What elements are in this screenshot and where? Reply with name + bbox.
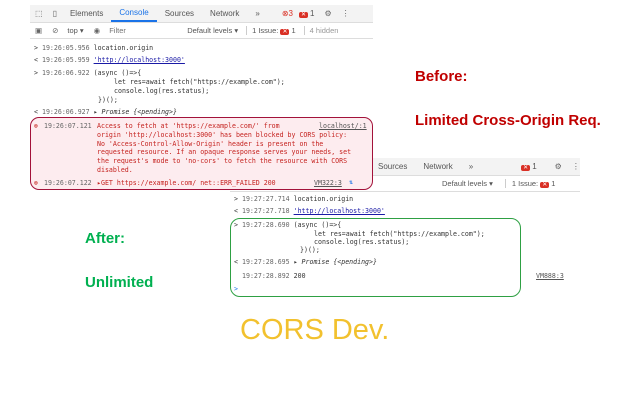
console-line: > 19:27:27.714 location.origin	[234, 195, 354, 203]
warning-count[interactable]: ✕ 1	[299, 9, 314, 18]
console-line: < 19:26:06.927 ▸ Promise {<pending>}	[34, 108, 177, 116]
tab-network[interactable]: Network	[202, 5, 247, 22]
inspect-icon[interactable]: ⬚	[35, 9, 43, 18]
brand-title: CORS Dev.	[240, 314, 390, 346]
device-icon[interactable]: ▯	[53, 9, 57, 18]
filter-input[interactable]	[109, 26, 182, 35]
tab-sources[interactable]: Sources	[370, 158, 415, 175]
gear-icon[interactable]: ⚙	[324, 9, 331, 18]
kebab-menu-icon[interactable]: ⋮	[572, 162, 580, 171]
sidebar-toggle-icon[interactable]: ▣	[35, 26, 42, 35]
origin-link[interactable]: 'http://localhost:3000'	[94, 56, 185, 64]
context-selector[interactable]: top ▾	[67, 26, 83, 35]
origin-link[interactable]: 'http://localhost:3000'	[294, 207, 385, 215]
limited-label: Limited Cross-Origin Req.	[415, 112, 601, 129]
before-label: Before:	[415, 68, 468, 85]
before-filter-bar: ▣ ⊘ top ▾ ◉ Default levels ▾ 1 Issue: ✕1…	[30, 23, 373, 39]
more-tabs[interactable]: »	[461, 158, 481, 175]
error-count[interactable]: ⊗3	[282, 9, 293, 18]
after-highlight-box	[230, 218, 521, 297]
error-icon: ⊗	[34, 179, 38, 187]
cors-error-box: ⊗ 19:26:07.121 Access to fetch at 'https…	[30, 117, 373, 190]
error-icon: ⊗	[34, 122, 38, 130]
console-line: < 19:27:27.718 'http://localhost:3000'	[234, 207, 385, 215]
tab-elements[interactable]: Elements	[62, 5, 111, 22]
console-line: })();	[98, 96, 118, 104]
issues-button[interactable]: 1 Issue: ✕ 1	[504, 179, 555, 188]
clear-console-icon[interactable]: ⊘	[52, 26, 58, 35]
issue-icon: ✕	[280, 29, 290, 35]
source-link[interactable]: localhost/:1	[319, 122, 367, 130]
cors-error-message: Access to fetch at 'https://example.com/…	[97, 122, 352, 174]
tab-network[interactable]: Network	[415, 158, 460, 175]
network-icon[interactable]: ⇅	[349, 178, 353, 186]
tab-sources[interactable]: Sources	[157, 5, 202, 22]
error-timestamp: 19:26:07.121	[44, 122, 92, 130]
more-tabs[interactable]: »	[247, 5, 267, 22]
console-line: console.log(res.status);	[114, 87, 210, 95]
source-link[interactable]: VM888:3	[536, 272, 564, 280]
issue-icon: ✕	[540, 182, 550, 188]
eye-icon[interactable]: ◉	[94, 26, 101, 35]
kebab-menu-icon[interactable]: ⋮	[342, 9, 350, 18]
console-line: > 19:26:05.956 location.origin	[34, 44, 154, 52]
failed-request: ▸GET https://example.com/ net::ERR_FAILE…	[97, 179, 276, 187]
tab-console[interactable]: Console	[111, 5, 157, 22]
console-line: > 19:26:06.922 (async ()=>{	[34, 69, 142, 77]
console-line: let res=await fetch("https://example.com…	[114, 78, 285, 86]
source-link[interactable]: VM322:3	[314, 179, 342, 187]
before-toolbar: ⬚ ▯ Elements Console Sources Network » ⊗…	[30, 5, 373, 23]
error-timestamp: 19:26:07.122	[44, 179, 92, 187]
hidden-count: 4 hidden	[303, 26, 338, 35]
console-line: < 19:26:05.959 'http://localhost:3000'	[34, 56, 185, 64]
issue-icon: ✕	[521, 165, 531, 171]
gear-icon[interactable]: ⚙	[555, 162, 562, 171]
warning-count[interactable]: ✕ 1	[521, 162, 537, 171]
levels-dropdown[interactable]: Default levels ▾	[187, 26, 238, 35]
issue-icon: ✕	[299, 12, 309, 18]
issues-button[interactable]: 1 Issue: ✕ 1	[246, 26, 296, 35]
levels-dropdown[interactable]: Default levels ▾	[442, 179, 493, 188]
unlimited-label: Unlimited	[85, 274, 154, 291]
after-label: After:	[85, 230, 125, 247]
